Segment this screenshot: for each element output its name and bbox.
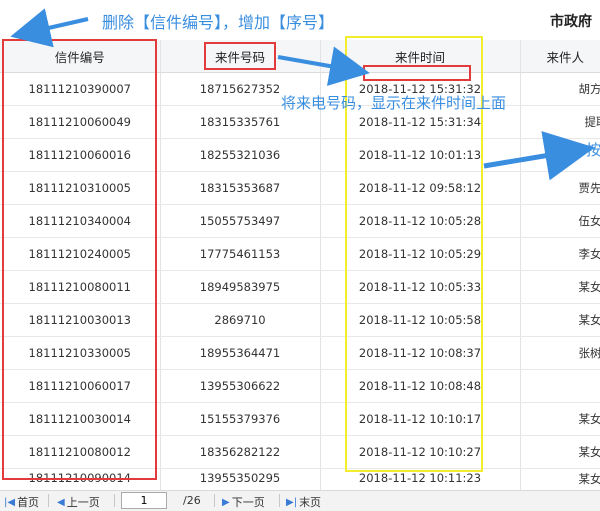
cell-phone: 2869710 [160, 303, 321, 337]
cell-phone: 18949583975 [160, 270, 321, 304]
first-page-label: 首页 [17, 496, 40, 509]
cell-sender: 某女 [520, 303, 600, 337]
first-page-button[interactable]: |◀ 首页 [4, 494, 39, 510]
pager-divider [279, 494, 280, 507]
table-header-row: 信件编号 来件号码 来件时间 来件人 [0, 40, 600, 73]
cell-phone: 18955364471 [160, 336, 321, 370]
pager-divider [214, 494, 215, 507]
cell-time: 2018-11-12 10:05:58 [320, 303, 521, 337]
cell-sender: 提取 [520, 105, 600, 139]
cell-sender: 某女 [520, 435, 600, 469]
cell-sender: 某女 [520, 270, 600, 304]
cell-id: 18111210030014 [0, 402, 161, 436]
annotation-note-top: 删除【信件编号】，增加【序号】 [102, 13, 335, 32]
page-title: 市政府 [550, 14, 592, 30]
prev-page-label: 上一页 [66, 496, 100, 509]
column-header-sender[interactable]: 来件人 [520, 40, 600, 73]
pager-divider [114, 494, 115, 507]
cell-time: 2018-11-12 10:01:13 [320, 138, 521, 172]
cell-sender: 李女 [520, 237, 600, 271]
cell-sender: 张树 [520, 336, 600, 370]
table-row[interactable]: 18111210330005 18955364471 2018-11-12 10:0… [0, 336, 600, 370]
last-page-icon: ▶| [286, 496, 298, 508]
cell-time: 2018-11-12 10:08:37 [320, 336, 521, 370]
cell-sender: 某女 [520, 468, 600, 490]
cell-id: 18111210340004 [0, 204, 161, 238]
cell-phone: 13955306622 [160, 369, 321, 403]
next-page-button[interactable]: ▶ 下一页 [222, 494, 265, 510]
last-page-button[interactable]: ▶| 末页 [286, 494, 321, 510]
table-row[interactable]: 18111210240005 17775461153 2018-11-12 10:0… [0, 237, 600, 271]
cell-phone: 18255321036 [160, 138, 321, 172]
cell-id: 18111210310005 [0, 171, 161, 205]
cell-time: 2018-11-12 09:58:12 [320, 171, 521, 205]
cell-time: 2018-11-12 10:05:33 [320, 270, 521, 304]
table-row[interactable]: 18111210030014 15155379376 2018-11-12 10:1… [0, 402, 600, 436]
cell-phone: 15155379376 [160, 402, 321, 436]
table-row[interactable]: 18111210030013 2869710 2018-11-12 10:05:58… [0, 303, 600, 337]
table-row[interactable]: 18111210090014 13955350295 2018-11-12 10:1… [0, 468, 600, 490]
cell-phone: 15055753497 [160, 204, 321, 238]
annotation-note-middle: 将来电号码，显示在来件时间上面 [281, 94, 507, 112]
cell-phone: 13955350295 [160, 468, 321, 490]
cell-id: 18111210240005 [0, 237, 161, 271]
cell-time: 2018-11-12 10:11:23 [320, 468, 521, 490]
annotation-note-right: 按 [586, 141, 600, 159]
cell-phone: 18315353687 [160, 171, 321, 205]
first-page-icon: |◀ [4, 496, 16, 508]
cell-id: 18111210060016 [0, 138, 161, 172]
cell-phone: 17775461153 [160, 237, 321, 271]
cell-id: 18111210390007 [0, 72, 161, 106]
cell-sender [520, 369, 600, 403]
pager-divider [48, 494, 49, 507]
page-number-input[interactable] [121, 492, 167, 509]
last-page-label: 末页 [299, 496, 322, 509]
cell-id: 18111210330005 [0, 336, 161, 370]
cell-time: 2018-11-12 10:10:17 [320, 402, 521, 436]
cell-time: 2018-11-12 10:05:29 [320, 237, 521, 271]
cell-id: 18111210030013 [0, 303, 161, 337]
column-header-time[interactable]: 来件时间 [320, 40, 521, 73]
cell-id: 18111210060049 [0, 105, 161, 139]
pagination-bar: |◀ 首页 ◀ 上一页 /26 ▶ 下一页 ▶| 末页 [0, 490, 600, 511]
prev-page-button[interactable]: ◀ 上一页 [57, 494, 100, 510]
table-row[interactable]: 18111210060017 13955306622 2018-11-12 10:0… [0, 369, 600, 403]
table-row[interactable]: 18111210310005 18315353687 2018-11-12 09:5… [0, 171, 600, 205]
column-header-id[interactable]: 信件编号 [0, 40, 161, 73]
cell-id: 18111210060017 [0, 369, 161, 403]
cell-id: 18111210080012 [0, 435, 161, 469]
cell-phone: 18356282122 [160, 435, 321, 469]
cell-sender: 伍女 [520, 204, 600, 238]
cell-time: 2018-11-12 10:05:28 [320, 204, 521, 238]
cell-time: 2018-11-12 10:08:48 [320, 369, 521, 403]
table-row[interactable]: 18111210080011 18949583975 2018-11-12 10:0… [0, 270, 600, 304]
cell-sender: 贾先 [520, 171, 600, 205]
cell-sender: 某女 [520, 402, 600, 436]
table-row[interactable]: 18111210080012 18356282122 2018-11-12 10:1… [0, 435, 600, 469]
table-row[interactable]: 18111210060016 18255321036 2018-11-12 10:0… [0, 138, 600, 172]
cell-sender: 胡方 [520, 72, 600, 106]
next-page-label: 下一页 [231, 496, 265, 509]
cell-id: 18111210080011 [0, 270, 161, 304]
prev-page-icon: ◀ [57, 496, 65, 508]
next-page-icon: ▶ [222, 496, 230, 508]
cell-time: 2018-11-12 10:10:27 [320, 435, 521, 469]
column-header-phone[interactable]: 来件号码 [160, 40, 321, 73]
table-row[interactable]: 18111210340004 15055753497 2018-11-12 10:0… [0, 204, 600, 238]
page-total: /26 [183, 494, 201, 507]
cell-id: 18111210090014 [0, 468, 161, 490]
